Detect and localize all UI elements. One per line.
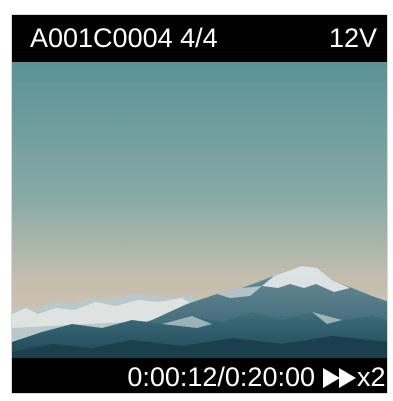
timecode: 0:00:12/0:20:00: [127, 362, 315, 392]
preview-image: [12, 62, 387, 358]
fast-forward-icon: [323, 368, 356, 388]
playback-speed-label: x2: [357, 362, 386, 392]
battery-voltage: 12V: [328, 23, 377, 53]
status-bar-bottom: 0:00:12/0:20:00 x2: [12, 358, 387, 393]
status-bar-top: A001C0004 4/4 12V: [12, 15, 387, 62]
camera-monitor: A001C0004 4/4 12V 0:00:12/0:20:00 x2: [11, 14, 388, 394]
clip-name: A001C0004 4/4: [30, 23, 218, 53]
playback-speed: x2: [321, 362, 387, 392]
